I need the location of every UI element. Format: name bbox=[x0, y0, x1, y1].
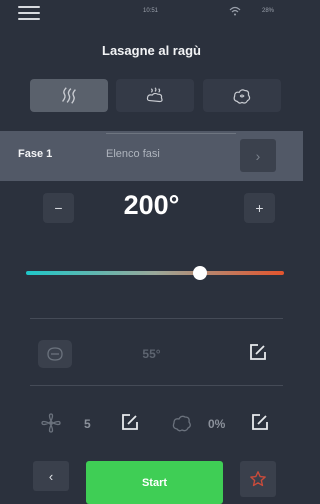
mode-combi-button[interactable] bbox=[203, 79, 281, 112]
wifi-icon bbox=[229, 6, 241, 16]
humidity-value: 0% bbox=[208, 417, 226, 431]
steam-icon bbox=[146, 86, 163, 102]
fan-icon bbox=[41, 413, 61, 433]
favorite-button[interactable] bbox=[240, 461, 276, 497]
fan-speed-value: 5 bbox=[84, 417, 91, 431]
temperature-increase-button[interactable]: + bbox=[244, 193, 275, 223]
next-phase-button[interactable]: › bbox=[240, 139, 276, 172]
mode-steam-button[interactable] bbox=[116, 79, 194, 112]
edit-probe-icon[interactable] bbox=[249, 343, 267, 361]
battery-level: 28% bbox=[262, 8, 275, 14]
section-divider bbox=[30, 318, 283, 319]
combi-cloud-icon bbox=[233, 88, 251, 104]
start-button[interactable]: Start bbox=[86, 461, 223, 504]
current-phase-label[interactable]: Fase 1 bbox=[18, 148, 52, 160]
temperature-slider-track[interactable] bbox=[26, 271, 284, 275]
humidity-icon bbox=[172, 415, 191, 432]
section-divider bbox=[30, 385, 283, 386]
mode-convection-button[interactable] bbox=[30, 79, 108, 112]
star-icon bbox=[250, 471, 266, 487]
hamburger-menu-icon[interactable] bbox=[18, 6, 40, 20]
edit-humidity-icon[interactable] bbox=[251, 413, 269, 431]
phase-list-link[interactable]: Elenco fasi bbox=[106, 148, 160, 160]
status-time: 10:51 bbox=[143, 8, 159, 14]
temperature-slider-thumb[interactable] bbox=[193, 266, 207, 280]
heat-waves-icon bbox=[62, 86, 76, 104]
recipe-title: Lasagne al ragù bbox=[102, 43, 201, 58]
plus-icon: + bbox=[255, 200, 264, 216]
chevron-right-icon: › bbox=[255, 147, 261, 164]
edit-fan-icon[interactable] bbox=[121, 413, 139, 431]
back-button[interactable]: ‹ bbox=[33, 461, 69, 491]
chevron-left-icon: ‹ bbox=[48, 468, 54, 484]
phase-divider bbox=[106, 133, 236, 134]
